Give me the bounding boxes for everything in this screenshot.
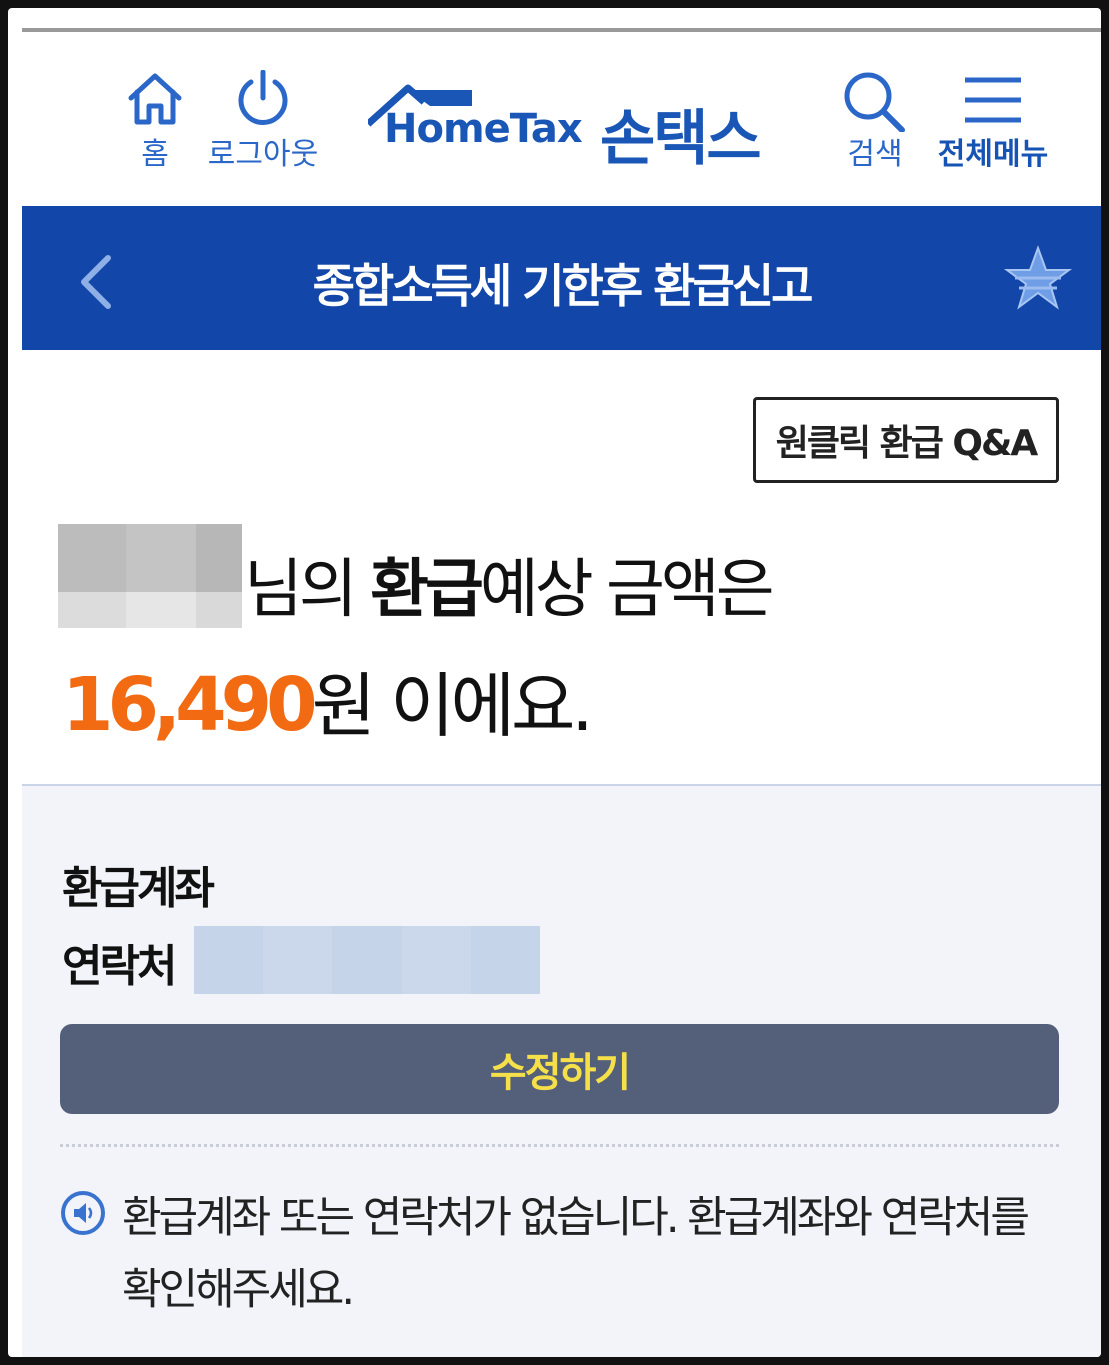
power-icon xyxy=(238,69,288,125)
account-info-section: 환급계좌 연락처 수정하기 환급계좌 또는 연락처가 없습니다. 환급계좌와 연… xyxy=(22,784,1101,1357)
estimate-text: 예상 금액은 xyxy=(479,553,775,627)
page-title: 종합소득세 기한후 환급신고 xyxy=(312,259,814,313)
hamburger-menu-icon xyxy=(965,77,1021,123)
title-bar: 종합소득세 기한후 환급신고 xyxy=(22,206,1101,350)
refund-amount-line: 16,490원 이에요. xyxy=(62,650,594,751)
search-label: 검색 xyxy=(847,137,903,172)
hometax-logo[interactable]: HomeTax 손택스 xyxy=(368,80,768,174)
full-menu-button[interactable]: 전체메뉴 xyxy=(932,70,1054,172)
home-icon xyxy=(128,73,182,125)
home-button[interactable]: 홈 xyxy=(112,70,198,172)
refund-amount: 16,490 xyxy=(62,662,318,748)
search-button[interactable]: 검색 xyxy=(832,70,918,172)
logout-label: 로그아웃 xyxy=(207,137,319,172)
name-suffix: 님의 xyxy=(244,553,371,627)
contact-label: 연락처 xyxy=(62,941,177,992)
phone-screen: 홈 로그아웃 HomeTax 손택스 검색 전체메뉴 종합소득세 기한후 환급신… xyxy=(8,8,1101,1357)
masked-contact-value xyxy=(194,926,540,994)
logout-button[interactable]: 로그아웃 xyxy=(202,69,324,172)
refund-word: 환급 xyxy=(370,553,484,627)
home-label: 홈 xyxy=(141,137,169,172)
refund-account-label: 환급계좌 xyxy=(62,863,215,914)
speaker-notice-icon xyxy=(61,1191,105,1235)
full-menu-label: 전체메뉴 xyxy=(937,137,1049,172)
logo-korean: 손택스 xyxy=(600,104,762,174)
masked-user-name xyxy=(58,524,242,628)
edit-button[interactable]: 수정하기 xyxy=(60,1024,1059,1114)
search-icon xyxy=(844,72,905,133)
notice-message: 환급계좌 또는 연락처가 없습니다. 환급계좌와 연락처를 확인해주세요. xyxy=(122,1193,1030,1315)
app-header: 홈 로그아웃 HomeTax 손택스 검색 전체메뉴 xyxy=(22,32,1101,206)
star-icon xyxy=(1003,245,1073,310)
dotted-divider xyxy=(60,1144,1059,1147)
logo-text: HomeTax xyxy=(384,106,583,152)
refund-estimate-heading: 님의 환급예상 금액은 xyxy=(244,538,775,630)
amount-suffix: 원 이에요. xyxy=(311,665,594,747)
one-click-refund-qa-button[interactable]: 원클릭 환급 Q&A xyxy=(753,397,1059,483)
favorite-button[interactable] xyxy=(1003,244,1073,314)
refund-summary: 원클릭 환급 Q&A 님의 환급예상 금액은 16,490원 이에요. xyxy=(22,350,1101,784)
